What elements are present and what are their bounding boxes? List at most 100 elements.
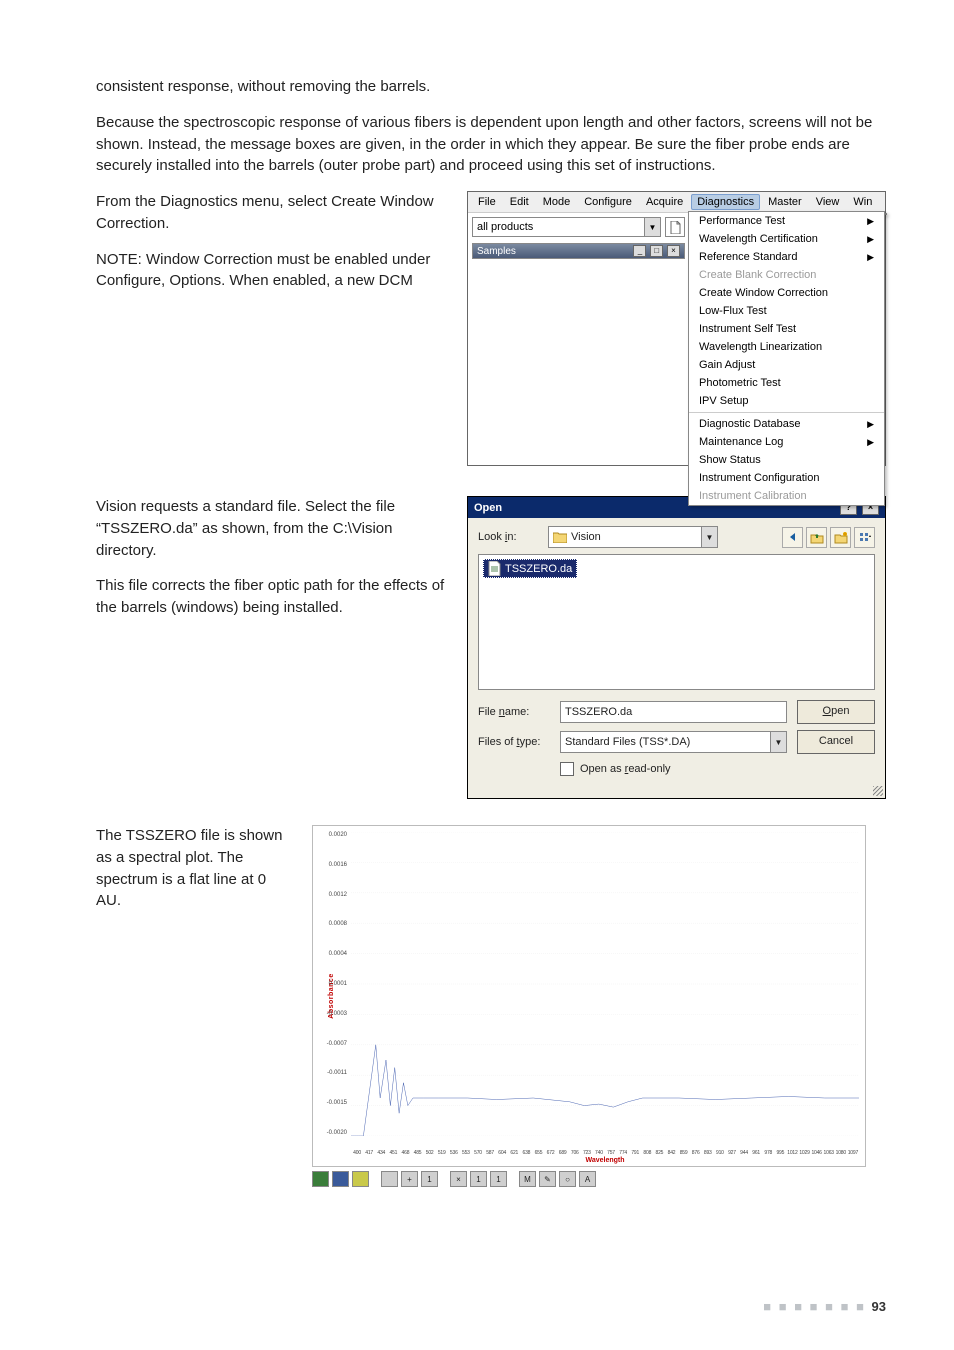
view-menu-icon[interactable] xyxy=(854,527,875,548)
menu-edit[interactable]: Edit xyxy=(504,194,535,210)
x-tick: 842 xyxy=(665,1150,677,1156)
y-tick: 0.0004 xyxy=(319,951,347,957)
plot-tool-icon[interactable] xyxy=(381,1171,398,1187)
plot-tool-icon[interactable]: 1 xyxy=(421,1171,438,1187)
menu-master[interactable]: Master xyxy=(762,194,808,210)
menu-item: Instrument Calibration xyxy=(689,487,884,505)
menu-file[interactable]: File xyxy=(472,194,502,210)
samples-window: Samples _ □ × xyxy=(472,243,685,259)
open-dialog: Open ? × Look in: Vision ▼ xyxy=(467,496,886,799)
chevron-down-icon: ▼ xyxy=(701,527,717,547)
menu-item[interactable]: Create Window Correction xyxy=(689,284,884,302)
file-item-selected[interactable]: TSSZERO.da xyxy=(483,559,577,578)
readonly-label: Open as read-only xyxy=(580,763,671,775)
look-in-value: Vision xyxy=(571,531,601,543)
menu-item[interactable]: Gain Adjust xyxy=(689,356,884,374)
x-tick: 417 xyxy=(363,1150,375,1156)
readonly-checkbox[interactable] xyxy=(560,762,574,776)
y-tick: 0.0008 xyxy=(319,921,347,927)
plot-tool-icon[interactable]: ○ xyxy=(559,1171,576,1187)
x-tick: 502 xyxy=(424,1150,436,1156)
x-tick: 451 xyxy=(387,1150,399,1156)
submenu-arrow-icon: ▶ xyxy=(867,437,874,448)
body-paragraph: From the Diagnostics menu, select Create… xyxy=(96,191,449,235)
product-combo[interactable]: all products ▼ xyxy=(472,217,661,237)
resize-grip-icon[interactable] xyxy=(468,784,885,798)
x-tick: 808 xyxy=(641,1150,653,1156)
menu-item[interactable]: Instrument Self Test xyxy=(689,320,884,338)
menu-mode[interactable]: Mode xyxy=(537,194,577,210)
back-icon[interactable] xyxy=(782,527,803,548)
minimize-icon[interactable]: _ xyxy=(633,245,646,257)
look-in-combo[interactable]: Vision ▼ xyxy=(548,526,718,548)
x-tick: 1063 xyxy=(823,1150,835,1156)
x-tick: 893 xyxy=(702,1150,714,1156)
plot-tool-icon[interactable] xyxy=(352,1171,369,1187)
plot-tool-icon[interactable] xyxy=(332,1171,349,1187)
new-folder-icon[interactable] xyxy=(830,527,851,548)
x-tick: 978 xyxy=(762,1150,774,1156)
x-tick: 876 xyxy=(690,1150,702,1156)
plot-tool-icon[interactable]: 1 xyxy=(490,1171,507,1187)
up-folder-icon[interactable] xyxy=(806,527,827,548)
submenu-arrow-icon: ▶ xyxy=(867,419,874,430)
plot-tool-icon[interactable]: A xyxy=(579,1171,596,1187)
menu-view[interactable]: View xyxy=(810,194,846,210)
app-menubar: File Edit Mode Configure Acquire Diagnos… xyxy=(468,192,885,213)
menu-item[interactable]: Photometric Test xyxy=(689,374,884,392)
y-tick: 0.0020 xyxy=(319,832,347,838)
new-document-icon[interactable] xyxy=(665,217,685,237)
y-tick: -0.0020 xyxy=(319,1130,347,1136)
x-tick: 400 xyxy=(351,1150,363,1156)
open-button[interactable]: Open xyxy=(797,700,875,724)
x-tick: 672 xyxy=(545,1150,557,1156)
x-tick: 791 xyxy=(629,1150,641,1156)
menu-acquire[interactable]: Acquire xyxy=(640,194,689,210)
x-tick: 638 xyxy=(520,1150,532,1156)
body-paragraph: Vision requests a standard file. Select … xyxy=(96,496,449,561)
menu-item-label: Maintenance Log xyxy=(699,436,783,448)
cancel-button[interactable]: Cancel xyxy=(797,730,875,754)
plot-tool-icon[interactable]: ✎ xyxy=(539,1171,556,1187)
plot-tool-icon[interactable]: M xyxy=(519,1171,536,1187)
body-paragraph: This file corrects the fiber optic path … xyxy=(96,575,449,619)
x-tick: 757 xyxy=(605,1150,617,1156)
close-icon[interactable]: × xyxy=(667,245,680,257)
menu-item[interactable]: Low-Flux Test xyxy=(689,302,884,320)
chevron-down-icon: ▼ xyxy=(770,732,786,752)
menu-diagnostics[interactable]: Diagnostics xyxy=(691,194,760,210)
menu-item[interactable]: Wavelength Certification▶ xyxy=(689,230,884,248)
menu-item[interactable]: IPV Setup xyxy=(689,392,884,410)
menu-item[interactable]: Show Status xyxy=(689,451,884,469)
menu-item[interactable]: Maintenance Log ▶ xyxy=(689,433,884,451)
menu-window[interactable]: Win xyxy=(847,194,878,210)
x-tick: 825 xyxy=(653,1150,665,1156)
body-paragraph: Because the spectroscopic response of va… xyxy=(96,112,886,177)
menu-item[interactable]: Reference Standard▶ xyxy=(689,248,884,266)
menu-item[interactable]: Wavelength Linearization xyxy=(689,338,884,356)
menu-item-label: Wavelength Linearization xyxy=(699,341,822,353)
menu-configure[interactable]: Configure xyxy=(578,194,638,210)
plot-tool-icon[interactable]: 1 xyxy=(470,1171,487,1187)
open-dialog-title: Open xyxy=(474,502,502,514)
plot-toolbar: + 1 × 1 1 M ✎ ○ A xyxy=(312,1171,886,1187)
menu-item[interactable]: Diagnostic Database▶ xyxy=(689,415,884,433)
menu-item[interactable]: Performance Test▶ xyxy=(689,212,884,230)
plot-tool-icon[interactable]: + xyxy=(401,1171,418,1187)
app-window: File Edit Mode Configure Acquire Diagnos… xyxy=(467,191,886,466)
y-tick: -0.0003 xyxy=(319,1011,347,1017)
x-tick: 910 xyxy=(714,1150,726,1156)
plot-tool-icon[interactable] xyxy=(312,1171,329,1187)
menu-item[interactable]: Instrument Configuration xyxy=(689,469,884,487)
x-tick: 1046 xyxy=(811,1150,823,1156)
maximize-icon[interactable]: □ xyxy=(650,245,663,257)
menu-item-label: Instrument Configuration xyxy=(699,472,819,484)
file-list[interactable]: TSSZERO.da xyxy=(478,554,875,690)
file-name-input[interactable]: TSSZERO.da xyxy=(560,701,787,723)
look-in-label: Look in: xyxy=(478,531,542,543)
y-tick: -0.0011 xyxy=(319,1070,347,1076)
file-type-combo[interactable]: Standard Files (TSS*.DA) ▼ xyxy=(560,731,787,753)
menu-item-label: Reference Standard xyxy=(699,251,797,263)
plot-tool-icon[interactable]: × xyxy=(450,1171,467,1187)
x-tick: 774 xyxy=(617,1150,629,1156)
